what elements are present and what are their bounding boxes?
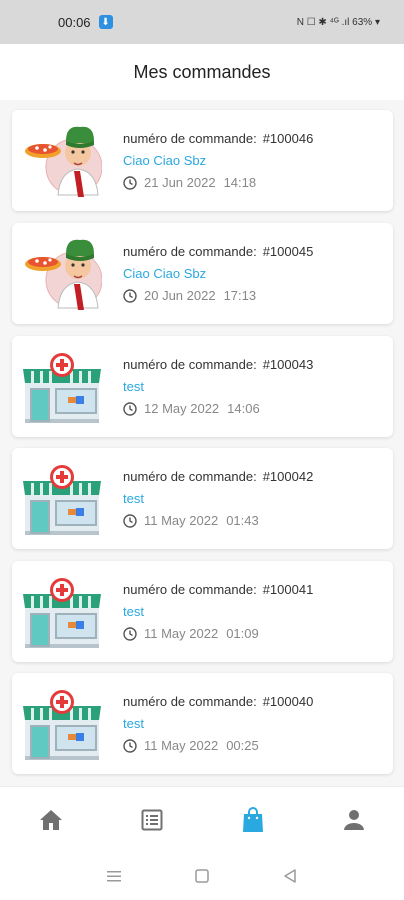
home-square-icon[interactable] [194, 868, 210, 884]
order-date: 21 Jun 2022 [144, 175, 216, 190]
user-icon [343, 810, 364, 830]
order-date: 11 May 2022 [144, 738, 219, 753]
order-number: #100040 [262, 694, 314, 709]
store-name: test [123, 604, 144, 619]
clock-icon [123, 401, 137, 416]
status-time: 00:06 [58, 14, 91, 30]
orders-list[interactable]: numéro de commande: #100046 Ciao Ciao Sb… [0, 100, 404, 786]
order-card[interactable]: numéro de commande: #100041 test 11 May … [12, 561, 393, 662]
order-number-line: numéro de commande: #100045 [123, 241, 313, 263]
order-number-line: numéro de commande: #100040 [123, 691, 313, 713]
order-date: 12 May 2022 [144, 401, 220, 416]
store-thumbnail [22, 347, 102, 427]
order-time: 01:09 [226, 626, 259, 641]
order-date-line: 11 May 2022 01:43 [123, 510, 313, 532]
order-date: 20 Jun 2022 [144, 288, 216, 303]
order-number: #100041 [262, 582, 314, 597]
store-thumbnail [22, 684, 102, 764]
store-thumbnail [22, 121, 103, 201]
order-card[interactable]: numéro de commande: #100046 Ciao Ciao Sb… [12, 110, 393, 211]
order-number-label: numéro de commande: [123, 582, 257, 597]
order-number-line: numéro de commande: #100042 [123, 466, 313, 488]
order-time: 01:43 [226, 513, 259, 528]
pharmacy-store-icon [23, 352, 101, 423]
store-thumbnail [22, 459, 102, 539]
order-number-label: numéro de commande: [123, 694, 257, 709]
order-date-line: 20 Jun 2022 17:13 [123, 285, 313, 307]
clock-icon [123, 288, 137, 303]
order-card[interactable]: numéro de commande: #100043 test 12 May … [12, 336, 393, 437]
order-date: 11 May 2022 [144, 626, 219, 641]
pizza-chef-icon [25, 126, 103, 197]
order-number-label: numéro de commande: [123, 131, 257, 146]
status-bar: 00:06 ⬇ N ☐ ✱ ⁴ᴳ .ıl 63% ▾ [0, 0, 404, 44]
order-number-label: numéro de commande: [123, 357, 257, 372]
clock-icon [123, 738, 137, 753]
order-time: 14:06 [227, 401, 260, 416]
order-number: #100046 [262, 131, 314, 146]
nav-profile-button[interactable] [324, 795, 384, 845]
order-card[interactable]: numéro de commande: #100045 Ciao Ciao Sb… [12, 223, 393, 324]
home-icon [39, 810, 62, 830]
order-number-line: numéro de commande: #100043 [123, 354, 313, 376]
download-icon: ⬇ [98, 15, 113, 29]
back-triangle-icon[interactable] [282, 868, 298, 884]
order-number: #100042 [262, 469, 314, 484]
pharmacy-store-icon [23, 464, 101, 535]
store-name: test [123, 716, 144, 731]
order-number-line: numéro de commande: #100041 [123, 579, 313, 601]
clock-icon [123, 626, 137, 641]
order-time: 17:13 [223, 288, 257, 303]
page-title: Mes commandes [133, 61, 271, 82]
system-navigation-bar [0, 852, 404, 900]
order-time: 14:18 [223, 175, 257, 190]
order-date: 11 May 2022 [144, 513, 219, 528]
store-thumbnail [22, 572, 102, 652]
order-number-label: numéro de commande: [123, 244, 257, 259]
order-number-label: numéro de commande: [123, 469, 257, 484]
page-header: Mes commandes [0, 44, 404, 100]
clock-icon [123, 175, 137, 190]
nav-my-orders-button[interactable] [223, 795, 283, 845]
status-icons: N ☐ ✱ ⁴ᴳ .ıl 63% ▾ [296, 16, 380, 28]
store-name: Ciao Ciao Sbz [123, 266, 207, 281]
order-time: 00:25 [226, 738, 259, 753]
order-number: #100043 [262, 357, 314, 372]
order-number-line: numéro de commande: #100046 [123, 128, 313, 150]
recent-apps-icon[interactable] [106, 869, 122, 883]
store-name: test [123, 491, 144, 506]
order-date-line: 12 May 2022 14:06 [123, 398, 313, 420]
order-card[interactable]: numéro de commande: #100042 test 11 May … [12, 448, 393, 549]
nav-home-button[interactable] [21, 795, 81, 845]
pharmacy-store-icon [23, 577, 101, 648]
order-date-line: 11 May 2022 01:09 [123, 623, 313, 645]
order-card[interactable]: numéro de commande: #100040 test 11 May … [12, 673, 393, 774]
order-date-line: 21 Jun 2022 14:18 [123, 172, 313, 194]
order-date-line: 11 May 2022 00:25 [123, 735, 313, 757]
bottom-navigation [0, 786, 404, 853]
store-name: Ciao Ciao Sbz [123, 153, 207, 168]
nav-orders-list-button[interactable] [122, 795, 182, 845]
pizza-chef-icon [25, 239, 103, 310]
clock-icon [123, 513, 137, 528]
store-thumbnail [22, 234, 103, 314]
pharmacy-store-icon [23, 689, 101, 760]
list-icon [141, 809, 162, 831]
shopping-bag-icon [242, 807, 263, 832]
order-number: #100045 [262, 244, 314, 259]
store-name: test [123, 379, 144, 394]
